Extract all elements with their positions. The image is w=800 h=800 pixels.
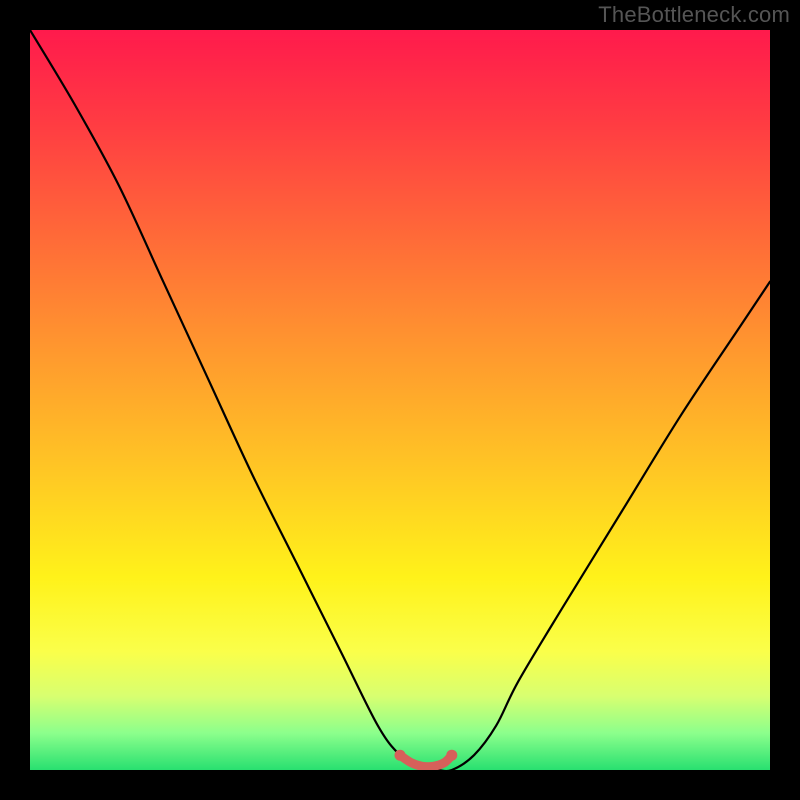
plot-area (30, 30, 770, 770)
bottleneck-curve-path (30, 30, 770, 770)
flat-zone-highlight-path (400, 755, 452, 767)
watermark-text: TheBottleneck.com (598, 2, 790, 28)
chart-frame: TheBottleneck.com (0, 0, 800, 800)
highlight-endpoint-left-icon (395, 750, 406, 761)
curve-layer (30, 30, 770, 770)
highlight-endpoint-right-icon (446, 750, 457, 761)
